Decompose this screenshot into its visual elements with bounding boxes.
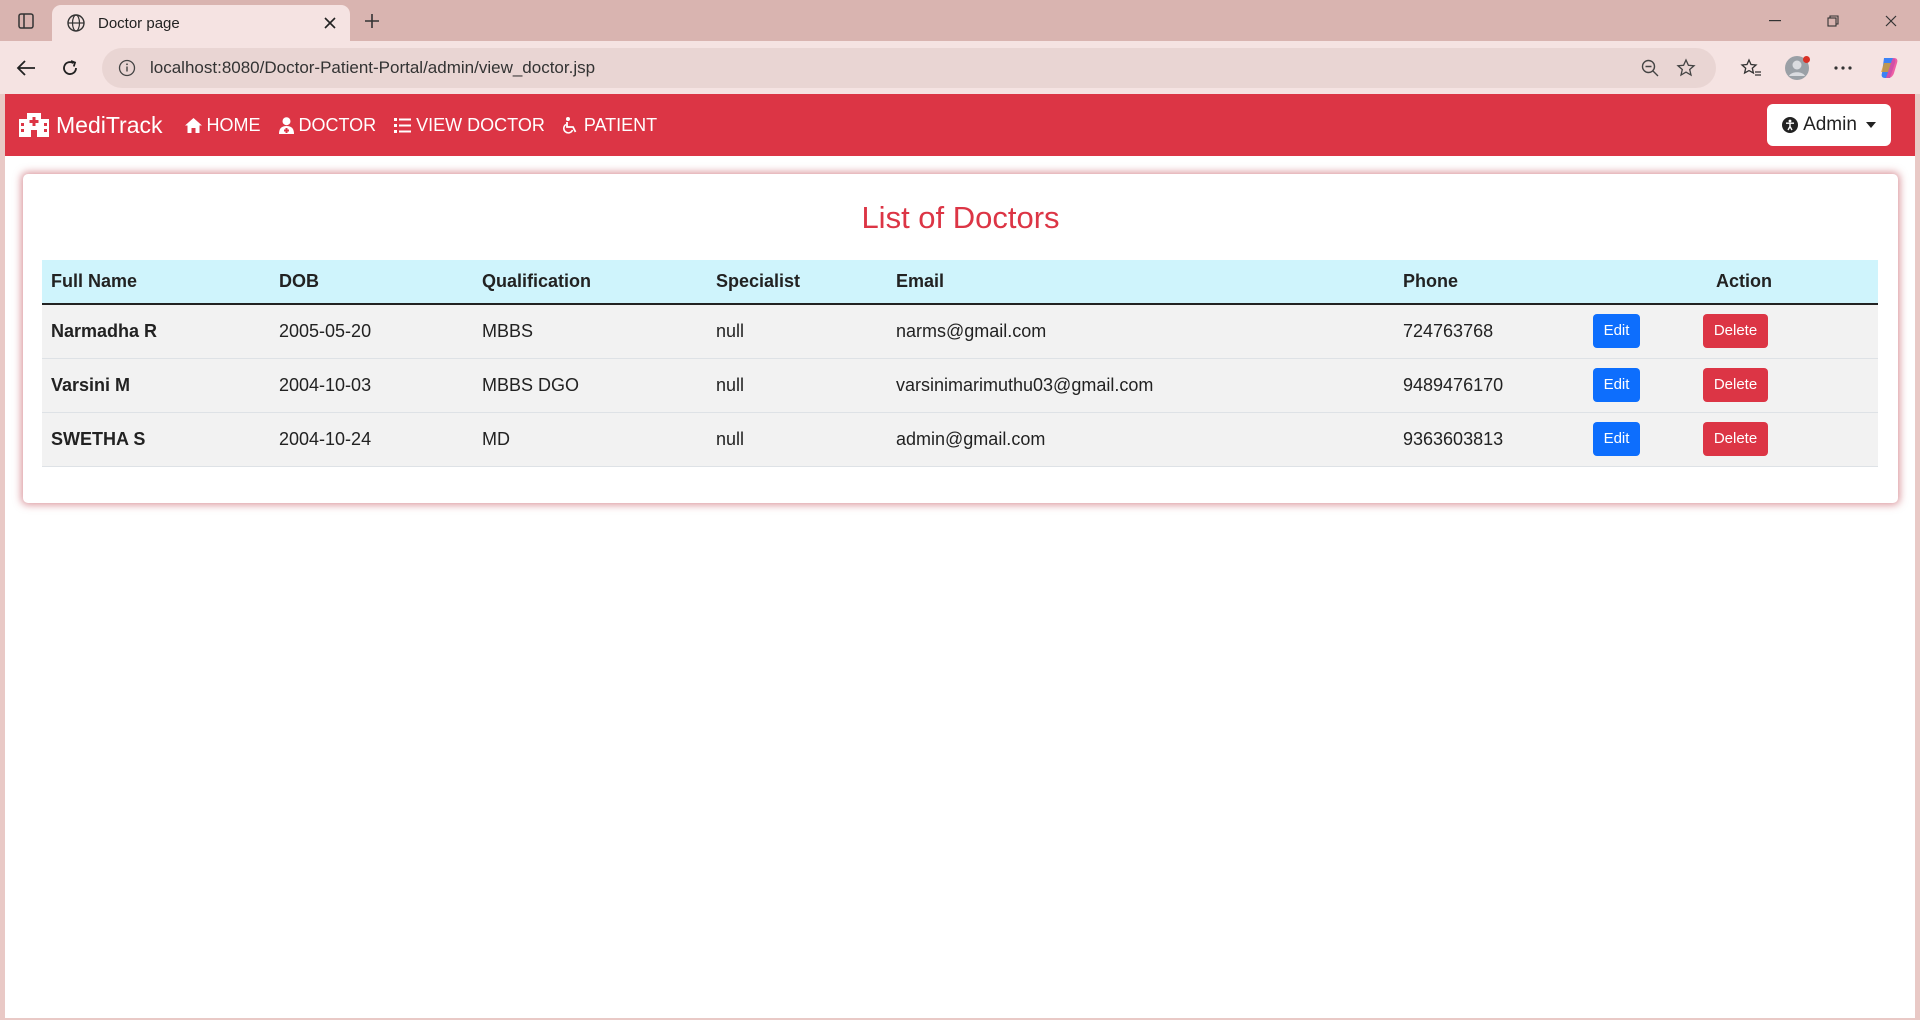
close-window-icon[interactable] xyxy=(1862,0,1920,41)
cell-phone: 9363603813 xyxy=(1403,428,1504,449)
cell-phone: 724763768 xyxy=(1403,320,1494,341)
browser-tab-bar: Doctor page xyxy=(0,0,1920,41)
admin-label: Admin xyxy=(1803,114,1857,135)
cell-specialist: null xyxy=(716,374,745,395)
tab-actions-icon[interactable] xyxy=(0,0,52,41)
nav-home-label: HOME xyxy=(206,114,261,135)
cell-dob: 2005-05-20 xyxy=(279,320,372,341)
accessibility-icon xyxy=(1782,117,1799,133)
cell-qualification: MD xyxy=(482,428,510,449)
page-viewport: MediTrack HOME DOCTOR VIEW DOCTOR PATIEN… xyxy=(5,94,1915,1018)
cell-specialist: null xyxy=(716,320,745,341)
cell-name: Narmadha R xyxy=(51,320,158,341)
url-text: localhost:8080/Doctor-Patient-Portal/adm… xyxy=(150,57,596,77)
window-controls xyxy=(1746,0,1920,41)
new-tab-button[interactable] xyxy=(350,0,394,41)
wheelchair-icon xyxy=(562,116,577,134)
tab-title: Doctor page xyxy=(98,14,180,32)
col-phone: Phone xyxy=(1394,260,1584,305)
admin-dropdown-button[interactable]: Admin xyxy=(1767,104,1891,146)
cell-email: varsinimarimuthu03@gmail.com xyxy=(896,374,1154,395)
reload-icon[interactable] xyxy=(48,48,92,88)
top-navbar: MediTrack HOME DOCTOR VIEW DOCTOR PATIEN… xyxy=(5,94,1915,156)
cell-phone: 9489476170 xyxy=(1403,374,1504,395)
cell-qualification: MBBS xyxy=(482,320,534,341)
doctors-card: List of Doctors Full Name DOB Qualificat… xyxy=(23,174,1898,503)
nav-doctor-label: DOCTOR xyxy=(298,114,377,135)
minimize-icon[interactable] xyxy=(1746,0,1804,41)
zoom-out-icon[interactable] xyxy=(1632,53,1668,83)
cell-dob: 2004-10-03 xyxy=(279,374,372,395)
profile-avatar-icon[interactable] xyxy=(1774,48,1820,88)
brand-link[interactable]: MediTrack xyxy=(19,112,163,139)
copilot-icon[interactable] xyxy=(1866,48,1912,88)
edit-button[interactable]: Edit xyxy=(1593,314,1640,349)
cell-email: admin@gmail.com xyxy=(896,428,1046,449)
close-tab-icon[interactable] xyxy=(320,13,340,33)
nav-patient-label: PATIENT xyxy=(583,114,658,135)
restore-icon[interactable] xyxy=(1804,0,1862,41)
nav-view-doctor-label: VIEW DOCTOR xyxy=(416,114,545,135)
user-doctor-icon xyxy=(278,116,294,134)
delete-button[interactable]: Delete xyxy=(1703,422,1768,456)
doctors-table: Full Name DOB Qualification Specialist E… xyxy=(42,260,1878,467)
home-icon xyxy=(184,117,202,133)
cell-specialist: null xyxy=(716,428,745,449)
nav-doctor[interactable]: DOCTOR xyxy=(278,114,377,136)
col-email: Email xyxy=(887,260,1394,305)
more-options-icon[interactable] xyxy=(1820,48,1866,88)
list-icon xyxy=(394,117,412,133)
brand-name: MediTrack xyxy=(56,111,163,138)
browser-tab[interactable]: Doctor page xyxy=(52,5,350,41)
delete-button[interactable]: Delete xyxy=(1703,314,1768,349)
delete-button[interactable]: Delete xyxy=(1703,368,1768,402)
page-title: List of Doctors xyxy=(861,200,1060,235)
back-arrow-icon[interactable] xyxy=(4,48,48,88)
col-full-name: Full Name xyxy=(42,260,270,305)
col-specialist: Specialist xyxy=(707,260,887,305)
nav-home[interactable]: HOME xyxy=(184,114,261,136)
table-row: SWETHA S 2004-10-24 MD null admin@gmail.… xyxy=(42,412,1878,466)
col-action: Action xyxy=(1703,260,1878,305)
nav-patient[interactable]: PATIENT xyxy=(562,114,658,136)
browser-toolbar: localhost:8080/Doctor-Patient-Portal/adm… xyxy=(0,41,1920,94)
caret-down-icon xyxy=(1865,122,1876,128)
cell-qualification: MBBS DGO xyxy=(482,374,580,395)
favorites-icon[interactable] xyxy=(1728,48,1774,88)
table-row: Narmadha R 2005-05-20 MBBS null narms@gm… xyxy=(42,304,1878,358)
cell-email: narms@gmail.com xyxy=(896,320,1047,341)
table-row: Varsini M 2004-10-03 MBBS DGO null varsi… xyxy=(42,358,1878,412)
nav-view-doctor[interactable]: VIEW DOCTOR xyxy=(394,115,545,136)
edit-button[interactable]: Edit xyxy=(1593,422,1640,456)
col-dob: DOB xyxy=(270,260,473,305)
cell-name: SWETHA S xyxy=(51,428,146,449)
favorite-star-icon[interactable] xyxy=(1668,53,1704,83)
cell-name: Varsini M xyxy=(51,374,131,395)
cell-dob: 2004-10-24 xyxy=(279,428,372,449)
address-bar[interactable]: localhost:8080/Doctor-Patient-Portal/adm… xyxy=(102,47,1716,88)
globe-icon xyxy=(66,12,88,34)
site-info-icon[interactable] xyxy=(116,57,138,79)
hospital-icon xyxy=(19,113,49,137)
col-qualification: Qualification xyxy=(473,260,707,305)
edit-button[interactable]: Edit xyxy=(1593,368,1640,402)
table-header-row: Full Name DOB Qualification Specialist E… xyxy=(42,260,1878,305)
